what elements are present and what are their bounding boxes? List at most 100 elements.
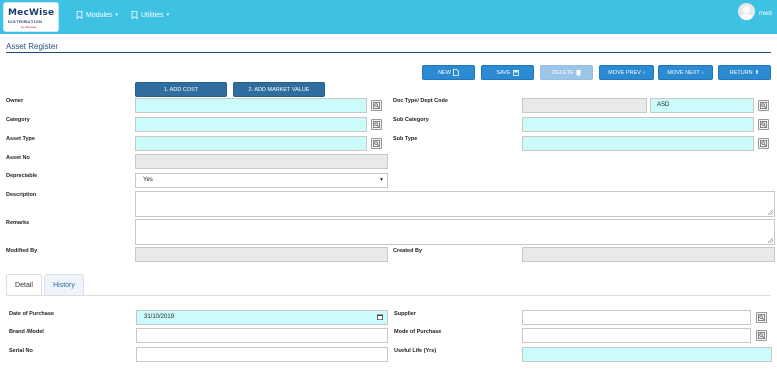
username[interactable]: mwd: [759, 11, 772, 17]
depreciable-select[interactable]: Yes ▼: [135, 173, 388, 188]
description-textarea[interactable]: [135, 191, 775, 217]
mode-of-purchase-label: Mode of Purchase: [394, 329, 442, 335]
description-label: Description: [6, 192, 37, 198]
lookup-icon: [758, 314, 765, 321]
lookup-icon: [373, 121, 380, 128]
dept-code-lookup-button[interactable]: [758, 100, 769, 111]
sub-category-lookup-button[interactable]: [758, 119, 769, 130]
asset-type-field[interactable]: [135, 136, 367, 151]
useful-life-field[interactable]: [522, 347, 772, 362]
tabs-divider: [6, 295, 771, 296]
serial-no-label: Serial No: [9, 348, 33, 354]
sub-category-label: Sub Category: [393, 117, 429, 123]
resize-grip-icon[interactable]: [768, 238, 773, 243]
trash-icon: [575, 69, 581, 75]
doc-type-field: [522, 98, 647, 113]
user-avatar[interactable]: [738, 3, 755, 20]
save-icon: [512, 69, 519, 76]
new-button[interactable]: NEW: [422, 65, 475, 80]
modified-by-label: Modified By: [6, 248, 38, 254]
tab-history[interactable]: History: [44, 274, 84, 296]
category-field[interactable]: [135, 117, 367, 132]
chevron-right-icon: ›: [701, 69, 704, 76]
brand-tiny: by Mecwise: [21, 25, 37, 29]
move-next-button[interactable]: MOVE NEXT ›: [658, 65, 713, 80]
tab-history-label: History: [53, 281, 75, 289]
created-by-label: Created By: [393, 248, 423, 254]
mode-of-purchase-lookup-button[interactable]: [756, 330, 767, 341]
caret-down-icon: ▾: [166, 12, 170, 18]
return-label: RETURN: [729, 69, 753, 76]
created-by-field: [522, 247, 775, 262]
lookup-icon: [760, 121, 767, 128]
save-label: SAVE: [496, 69, 511, 76]
top-navbar: MecWise DISTRIBUTION by Mecwise Modules …: [0, 0, 777, 34]
add-market-value-label: 2. ADD MARKET VALUE: [248, 86, 310, 93]
resize-grip-icon[interactable]: [768, 210, 773, 215]
brand-sub: DISTRIBUTION: [8, 19, 43, 24]
sub-category-field[interactable]: [522, 117, 754, 132]
utilities-label: Utilities: [141, 11, 164, 19]
brand-model-label: Brand /Model: [9, 329, 44, 335]
asset-type-label: Asset Type: [6, 136, 35, 142]
category-label: Category: [6, 117, 30, 123]
add-cost-button[interactable]: 1. ADD COST: [135, 82, 227, 97]
date-of-purchase-field[interactable]: 31/10/2019: [136, 310, 388, 325]
move-prev-button[interactable]: MOVE PREV ‹: [599, 65, 654, 80]
calendar-icon[interactable]: [377, 314, 383, 320]
tab-detail-label: Detail: [15, 281, 33, 289]
depreciable-label: Depreciable: [6, 173, 38, 179]
date-of-purchase-label: Date of Purchase: [9, 311, 54, 317]
page-title: Asset Register: [6, 42, 59, 51]
remarks-textarea[interactable]: [135, 219, 775, 245]
lookup-icon: [760, 102, 767, 109]
dept-code-field[interactable]: ASD: [650, 98, 754, 113]
modules-label: Modules: [86, 11, 113, 19]
doc-type-label: Doc Type/ Dept Code: [393, 98, 448, 104]
delete-label: DELETE: [552, 69, 574, 76]
add-market-value-button[interactable]: 2. ADD MARKET VALUE: [233, 82, 325, 97]
supplier-field[interactable]: [522, 310, 751, 325]
supplier-label: Supplier: [394, 311, 417, 317]
serial-no-field[interactable]: [136, 347, 388, 362]
lookup-icon: [760, 140, 767, 147]
delete-button[interactable]: DELETE: [540, 65, 593, 80]
bookmark-icon: [131, 11, 138, 19]
sub-type-field[interactable]: [522, 136, 754, 151]
depreciable-value: Yes: [143, 177, 153, 183]
title-divider: [6, 52, 771, 53]
bookmark-icon: [76, 11, 83, 19]
tab-detail[interactable]: Detail: [6, 274, 42, 296]
mode-of-purchase-field[interactable]: [522, 328, 751, 343]
useful-life-label: Useful Life (Yrs): [394, 348, 437, 354]
modified-by-field: [135, 247, 388, 262]
asset-type-lookup-button[interactable]: [371, 138, 382, 149]
remarks-label: Remarks: [6, 220, 30, 226]
owner-lookup-button[interactable]: [371, 100, 382, 111]
move-next-label: MOVE NEXT: [667, 69, 700, 76]
brand-logo[interactable]: MecWise DISTRIBUTION by Mecwise: [3, 2, 59, 32]
lookup-icon: [373, 140, 380, 147]
modules-menu[interactable]: Modules ▾: [76, 11, 118, 19]
lookup-icon: [758, 332, 765, 339]
owner-label: Owner: [6, 98, 24, 104]
return-button[interactable]: RETURN ⬆: [718, 65, 771, 80]
owner-field[interactable]: [135, 98, 367, 113]
add-cost-label: 1. ADD COST: [163, 86, 199, 93]
save-button[interactable]: SAVE: [481, 65, 534, 80]
date-of-purchase-value: 31/10/2019: [144, 314, 175, 320]
lookup-icon: [373, 102, 380, 109]
move-prev-label: MOVE PREV: [608, 69, 641, 76]
sub-type-lookup-button[interactable]: [758, 138, 769, 149]
category-lookup-button[interactable]: [371, 119, 382, 130]
new-label: NEW: [438, 69, 451, 76]
file-icon: [453, 69, 459, 76]
utilities-menu[interactable]: Utilities ▾: [131, 11, 169, 19]
brand-model-field[interactable]: [136, 328, 388, 343]
brand-name: MecWise: [8, 8, 55, 18]
arrow-up-icon: ⬆: [754, 69, 760, 76]
supplier-lookup-button[interactable]: [756, 312, 767, 323]
asset-no-field: [135, 154, 388, 169]
caret-down-icon: ▾: [115, 12, 118, 18]
dropdown-arrow-icon: ▼: [379, 177, 384, 183]
